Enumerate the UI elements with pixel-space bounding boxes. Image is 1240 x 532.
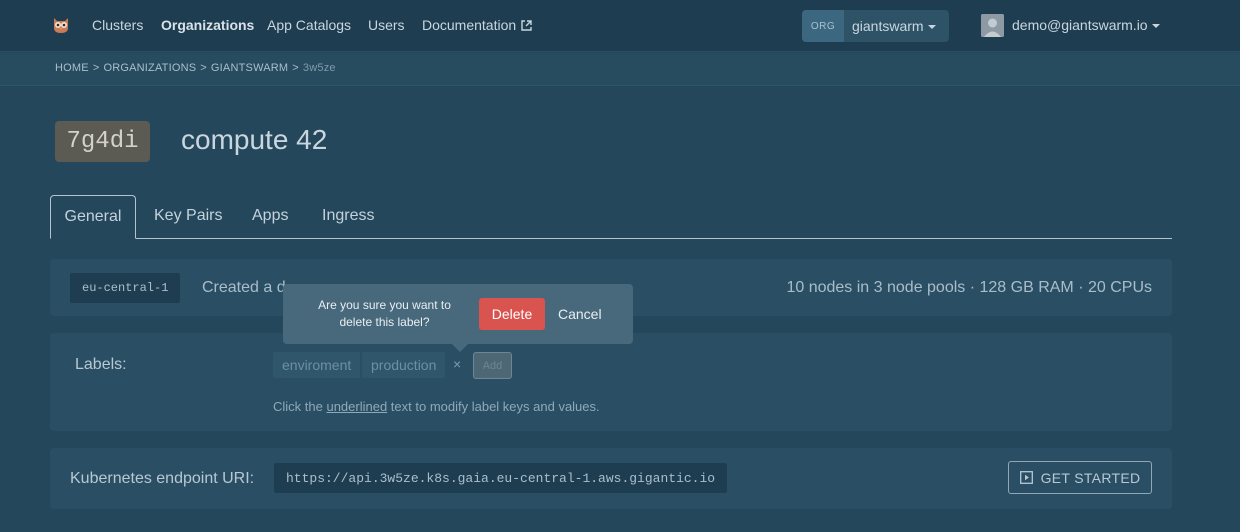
created-text: Created a d [202, 279, 286, 296]
labels-panel: Labels: enviroment production × Add Clic… [50, 333, 1172, 431]
region-badge: eu-central-1 [70, 273, 181, 303]
breadcrumb-bar: HOME > ORGANIZATIONS > GIANTSWARM >3w5ze [0, 53, 1240, 86]
nav-users[interactable]: Users [368, 17, 405, 33]
nav-clusters[interactable]: Clusters [92, 17, 143, 33]
add-label-button[interactable]: Add [473, 352, 512, 379]
labels-hint-after: text to modify label keys and values. [387, 399, 600, 414]
breadcrumb: HOME > ORGANIZATIONS > GIANTSWARM >3w5ze [55, 62, 336, 74]
breadcrumb-home[interactable]: HOME [55, 62, 89, 74]
nav-organizations[interactable]: Organizations [161, 17, 254, 33]
tabs-divider [50, 238, 1172, 239]
user-avatar-icon [981, 14, 1004, 37]
tab-general[interactable]: General [50, 195, 136, 239]
org-name: giantswarm [852, 18, 936, 34]
cluster-id-badge: 7g4di [55, 121, 150, 162]
cluster-name[interactable]: compute 42 [181, 124, 327, 156]
cancel-button[interactable]: Cancel [558, 306, 602, 322]
breadcrumb-current: 3w5ze [302, 62, 336, 74]
tab-ingress[interactable]: Ingress [322, 207, 374, 225]
user-email: demo@giantswarm.io [1012, 17, 1160, 33]
play-square-icon [1019, 471, 1033, 484]
labels-hint-before: Click the [273, 399, 327, 414]
breadcrumb-separator: > [92, 62, 100, 74]
endpoint-uri[interactable]: https://api.3w5ze.k8s.gaia.eu-central-1.… [274, 463, 728, 493]
labels-title: Labels: [75, 356, 127, 373]
label-value[interactable]: production [362, 352, 446, 378]
nav-documentation[interactable]: Documentation [422, 17, 532, 33]
org-name-label: giantswarm [852, 18, 924, 34]
cluster-stats: 10 nodes in 3 node pools · 128 GB RAM · … [786, 279, 1152, 296]
breadcrumb-organizations[interactable]: ORGANIZATIONS [103, 62, 196, 74]
avatar [981, 14, 1004, 37]
popover-message: Are you sure you want to delete this lab… [318, 298, 451, 329]
remove-label-button[interactable]: × [453, 356, 461, 372]
organization-selector[interactable]: ORG giantswarm [802, 10, 949, 42]
label-key[interactable]: enviroment [273, 352, 361, 378]
breadcrumb-separator: > [200, 62, 207, 74]
user-email-label: demo@giantswarm.io [1012, 17, 1148, 33]
get-started-button[interactable]: GET STARTED [1008, 461, 1152, 494]
endpoint-label: Kubernetes endpoint URI: [70, 470, 255, 487]
endpoint-panel: Kubernetes endpoint URI: https://api.3w5… [50, 448, 1172, 509]
chevron-down-icon [1151, 24, 1160, 28]
popover-arrow [452, 344, 468, 352]
delete-label-popover: Are you sure you want to delete this lab… [283, 284, 633, 352]
tab-key-pairs[interactable]: Key Pairs [154, 207, 222, 225]
giantswarm-owl-icon[interactable] [51, 15, 71, 35]
org-tag: ORG [802, 10, 844, 42]
top-navigation: Clusters Organizations App Catalogs User… [0, 0, 1240, 52]
tab-apps[interactable]: Apps [252, 207, 288, 225]
labels-hint: Click the underlined text to modify labe… [273, 399, 600, 414]
breadcrumb-separator: > [292, 62, 299, 74]
nav-documentation-label: Documentation [422, 17, 517, 33]
get-started-label: GET STARTED [1040, 469, 1141, 486]
breadcrumb-giantswarm[interactable]: GIANTSWARM [211, 62, 288, 74]
chevron-down-icon [927, 25, 936, 29]
labels-hint-underlined: underlined [326, 399, 388, 414]
delete-button[interactable]: Delete [479, 298, 545, 330]
nav-app-catalogs[interactable]: App Catalogs [267, 17, 351, 33]
external-link-icon [521, 20, 532, 31]
